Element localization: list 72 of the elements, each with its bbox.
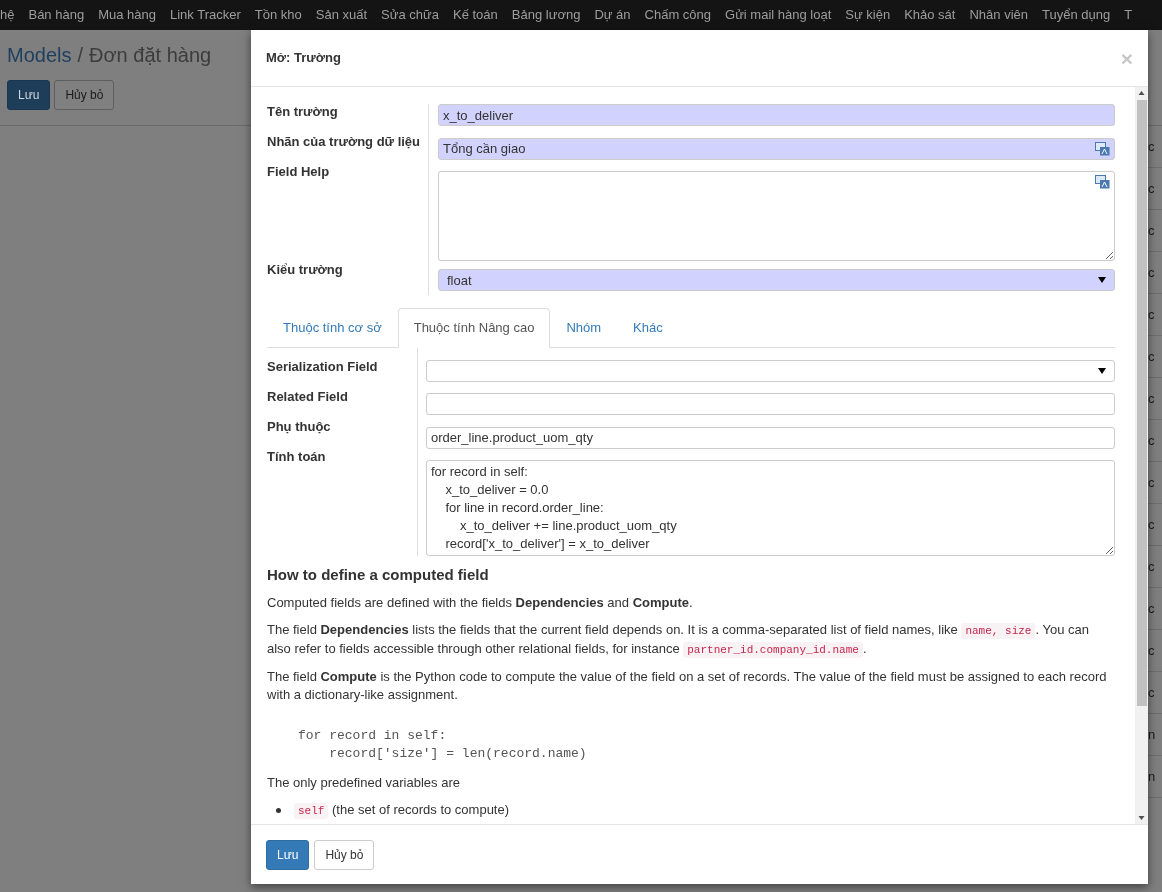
field-label: Kiểu trường [267,262,343,277]
menu-item[interactable]: Dự án [587,5,638,25]
input-field[interactable]: order_line.product_uom_qty [426,426,1115,449]
table-cell: n [1148,728,1156,741]
table-cell: c [1148,182,1155,195]
select-field[interactable] [426,360,1115,382]
field-label: Field Help [267,164,330,179]
menu-item[interactable]: Kế toán [446,5,505,25]
table-cell: c [1148,140,1155,153]
menu-item[interactable]: Bán hàng [21,5,92,25]
breadcrumb-separator: / [76,43,85,68]
list-item: self (the set of records to compute) [294,800,510,820]
menu-item[interactable]: Tuyển dụng [1035,5,1118,25]
scrollbar[interactable] [1135,87,1148,824]
translate-icon[interactable] [1095,175,1110,190]
table-cell: c [1148,350,1155,363]
help-paragraph: The field Dependencies lists the fields that the current field depends on. It is a comma-separated list of field names, like name, size . You can also refer to fields accessible through other relational fields, for instance partner_id.company_id.name . [267,620,1090,659]
table-cell: c [1148,686,1155,699]
field-label: Tính toán [267,449,326,464]
menu-item[interactable]: Mua hàng [91,5,163,25]
section-heading: How to define a computed field [267,565,490,585]
caret-icon [1098,368,1106,374]
tab[interactable]: Nhóm [550,308,618,348]
tab[interactable]: Thuộc tính cơ sở [267,308,398,348]
menu-item[interactable]: Khảo sát [897,5,963,25]
save-button[interactable]: Lưu [266,839,310,870]
field-label: Nhãn của trường dữ liệu [267,134,421,149]
menu-item[interactable]: Tồn kho [247,5,309,25]
menu-item[interactable]: Link Tracker [162,5,248,25]
cancel-button[interactable]: Hủy bỏ [54,80,115,110]
menu-item[interactable]: hệ [0,5,22,25]
table-cell: c [1148,644,1155,657]
menu-item[interactable]: Nhân viên [962,5,1035,25]
text-area[interactable]: for record in self: x_to_deliver = 0.0 for line in record.order_line: x_to_deliver += line.product_uom_qty record['x_to_deliver'] = x_to_deliver [426,460,1115,556]
input-field[interactable] [426,393,1115,416]
menu-item[interactable]: Bảng lương [504,5,588,25]
table-cell: c [1148,434,1155,447]
table-cell: c [1148,602,1155,615]
menu-item[interactable]: T [1117,5,1140,25]
select-field[interactable]: float [438,269,1115,292]
breadcrumb-current: Đơn đặt hàng [89,43,212,68]
table-cell: c [1148,266,1155,279]
input-field[interactable]: x_to_deliver [438,104,1115,126]
field-label: Serialization Field [267,359,378,374]
menu-item[interactable]: Sản xuất [308,5,375,25]
input-field[interactable]: Tổng cần giao [438,137,1115,160]
menu-item[interactable]: Sự kiện [838,5,898,25]
table-cell: c [1148,392,1155,405]
tab[interactable]: Thuộc tính Nâng cao [397,308,551,348]
table-cell: c [1148,518,1155,531]
help-paragraph: Computed fields are defined with the fields Dependencies and Compute. [267,593,694,612]
table-cell: n [1148,770,1156,783]
tab[interactable]: Khác [617,308,679,348]
help-paragraph: The field Compute is the Python code to compute the value of the field on a set of records. The value of the field must be assigned to each record with a dictionary-like assignment. [267,667,1108,704]
menu-item[interactable]: Gửi mail hàng loạt [718,5,839,25]
translate-icon[interactable] [1095,141,1110,156]
caret-icon [1098,277,1106,284]
save-button[interactable]: Lưu [7,80,51,110]
cancel-button[interactable]: Hủy bỏ [314,839,375,870]
menu-item[interactable]: Sửa chữa [374,5,446,25]
dialog-title: Mở: Trường [266,49,341,68]
table-cell: c [1148,224,1155,237]
table-cell: c [1148,476,1155,489]
table-cell: c [1148,560,1155,573]
help-paragraph: The only predefined variables are [267,773,461,792]
menu-item[interactable]: Chấm công [637,5,719,25]
field-label: Tên trường [267,104,338,119]
code-text: for record in self: record['size'] = len(record.name) [298,726,588,763]
field-label: Related Field [267,389,348,404]
field-label: Phụ thuộc [267,419,331,434]
bullet-icon [276,807,281,813]
table-cell: c [1148,308,1155,321]
